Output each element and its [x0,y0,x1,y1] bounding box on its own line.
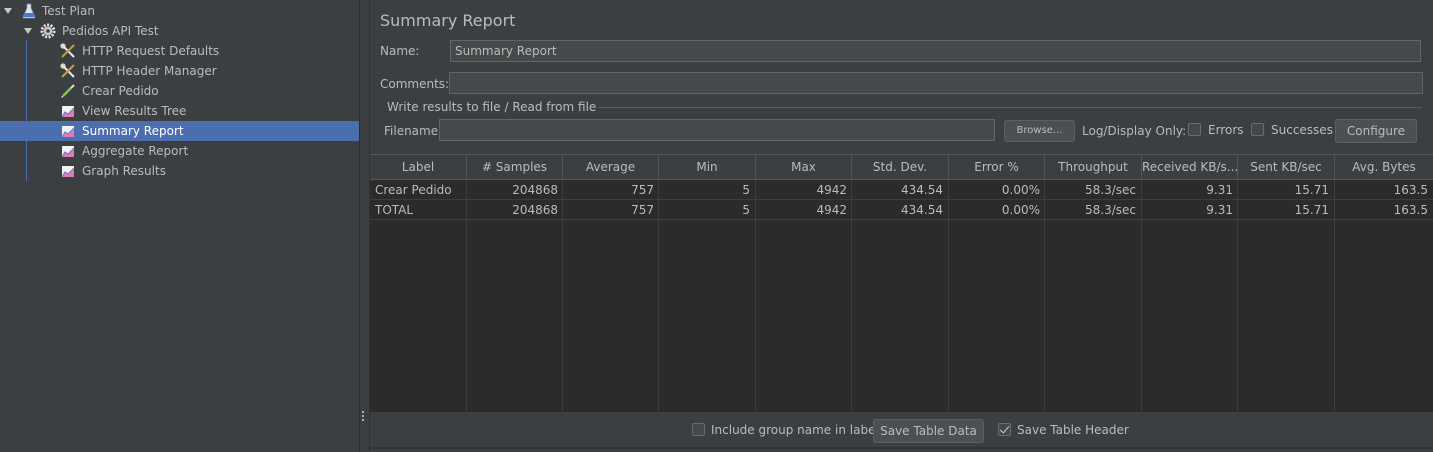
tree-item-label: Crear Pedido [82,84,159,98]
log-display-label: Log/Display Only: [1082,124,1187,138]
table-cell: 15.71 [1294,203,1329,217]
column-header-min[interactable]: Min [659,155,756,180]
table-cell: 163.5 [1393,203,1428,217]
summary-report-panel: Summary Report Name: Summary Report Comm… [369,0,1433,452]
expand-arrow-icon[interactable] [24,28,32,34]
table-footer-bar: Include group name in label? Save Table … [370,411,1433,447]
tree-item-http-request-defaults[interactable]: HTTP Request Defaults [0,41,359,61]
table-cell: 757 [631,183,654,197]
table-cell: 4942 [816,203,847,217]
column-header-max[interactable]: Max [756,155,852,180]
tree-item-graph-results[interactable]: Graph Results [0,161,359,181]
wrench-icon [60,43,75,58]
tree-item-thread-group[interactable]: Pedidos API Test [0,21,359,41]
table-cell: 15.71 [1294,183,1329,197]
tree-item-aggregate-report[interactable]: Aggregate Report [0,141,359,161]
column-header-label[interactable]: Label [370,155,467,180]
tree-item-label: Graph Results [82,164,166,178]
comments-label: Comments: [380,77,450,91]
table-row[interactable]: TOTAL 204868 757 5 4942 434.54 0.00% 58.… [370,200,1433,220]
wrench-icon [60,63,75,78]
expand-arrow-icon[interactable] [4,8,12,14]
tree-item-label: Aggregate Report [82,144,189,158]
column-header-sent-kb[interactable]: Sent KB/sec [1238,155,1335,180]
filename-field[interactable] [439,119,995,141]
panel-bottom-border [370,447,1433,449]
column-header-std-dev[interactable]: Std. Dev. [852,155,949,180]
table-cell: 434.54 [901,203,943,217]
tree-item-label: HTTP Request Defaults [82,44,220,58]
filename-label: Filename [384,124,439,138]
file-group-title: Write results to file / Read from file [384,100,600,114]
column-header-avg-bytes[interactable]: Avg. Bytes [1335,155,1433,180]
page-title: Summary Report [380,11,516,30]
table-cell: 0.00% [1001,183,1040,197]
name-label: Name: [380,44,420,58]
tree-item-label: Summary Report [82,124,184,138]
tree-item-label: HTTP Header Manager [82,64,217,78]
tree-item-label: View Results Tree [82,104,187,118]
save-table-header-checkbox[interactable] [998,423,1011,436]
table-cell: 58.3/sec [1085,203,1136,217]
table-cell: 204868 [512,183,558,197]
column-header-throughput[interactable]: Throughput [1045,155,1142,180]
column-header-samples[interactable]: # Samples [467,155,563,180]
save-table-header-label: Save Table Header [1017,423,1129,437]
tree-item-crear-pedido[interactable]: Crear Pedido [0,81,359,101]
splitter-handle[interactable] [361,411,365,425]
name-field[interactable]: Summary Report [450,40,1421,62]
table-cell: 9.31 [1206,183,1233,197]
table-cell: 163.5 [1393,183,1428,197]
tree-item-label: Test Plan [42,4,95,18]
comments-field[interactable] [449,72,1423,94]
summary-table: Label # Samples Average Min Max Std. Dev… [370,154,1433,412]
table-cell: 757 [631,203,654,217]
column-header-received-kb[interactable]: Received KB/s... [1142,155,1238,180]
successes-label: Successes [1271,123,1333,137]
successes-checkbox[interactable] [1251,123,1264,136]
tree-item-http-header-manager[interactable]: HTTP Header Manager [0,61,359,81]
chart-icon [61,166,75,178]
column-header-average[interactable]: Average [563,155,659,180]
table-cell: 204868 [512,203,558,217]
tree-item-label: Pedidos API Test [62,24,159,38]
browse-button[interactable]: Browse... [1004,120,1075,142]
column-header-error-percent[interactable]: Error % [949,155,1045,180]
table-cell: 434.54 [901,183,943,197]
chart-icon [61,146,75,158]
tree-item-summary-report[interactable]: Summary Report [0,121,359,141]
table-cell: Crear Pedido [375,183,452,197]
pipette-icon [61,84,75,98]
gear-icon [40,23,56,39]
save-table-data-button[interactable]: Save Table Data [873,419,984,443]
table-cell: TOTAL [375,203,414,217]
include-group-name-checkbox[interactable] [692,423,705,436]
tree-item-test-plan[interactable]: Test Plan [0,1,359,21]
table-cell: 4942 [816,183,847,197]
test-plan-tree: Test Plan Pedidos API Test HTTP Request … [0,0,360,452]
table-cell: 5 [742,203,750,217]
chart-icon [61,126,75,138]
table-cell: 9.31 [1206,203,1233,217]
table-cell: 0.00% [1001,203,1040,217]
errors-label: Errors [1208,123,1244,137]
table-row[interactable]: Crear Pedido 204868 757 5 4942 434.54 0.… [370,180,1433,200]
configure-button[interactable]: Configure [1335,119,1417,143]
table-cell: 5 [742,183,750,197]
errors-checkbox[interactable] [1188,123,1201,136]
include-group-name-label: Include group name in label? [711,423,886,437]
chart-icon [61,106,75,118]
table-header: Label # Samples Average Min Max Std. Dev… [370,155,1433,180]
table-cell: 58.3/sec [1085,183,1136,197]
flask-icon [22,3,36,19]
tree-item-view-results-tree[interactable]: View Results Tree [0,101,359,121]
